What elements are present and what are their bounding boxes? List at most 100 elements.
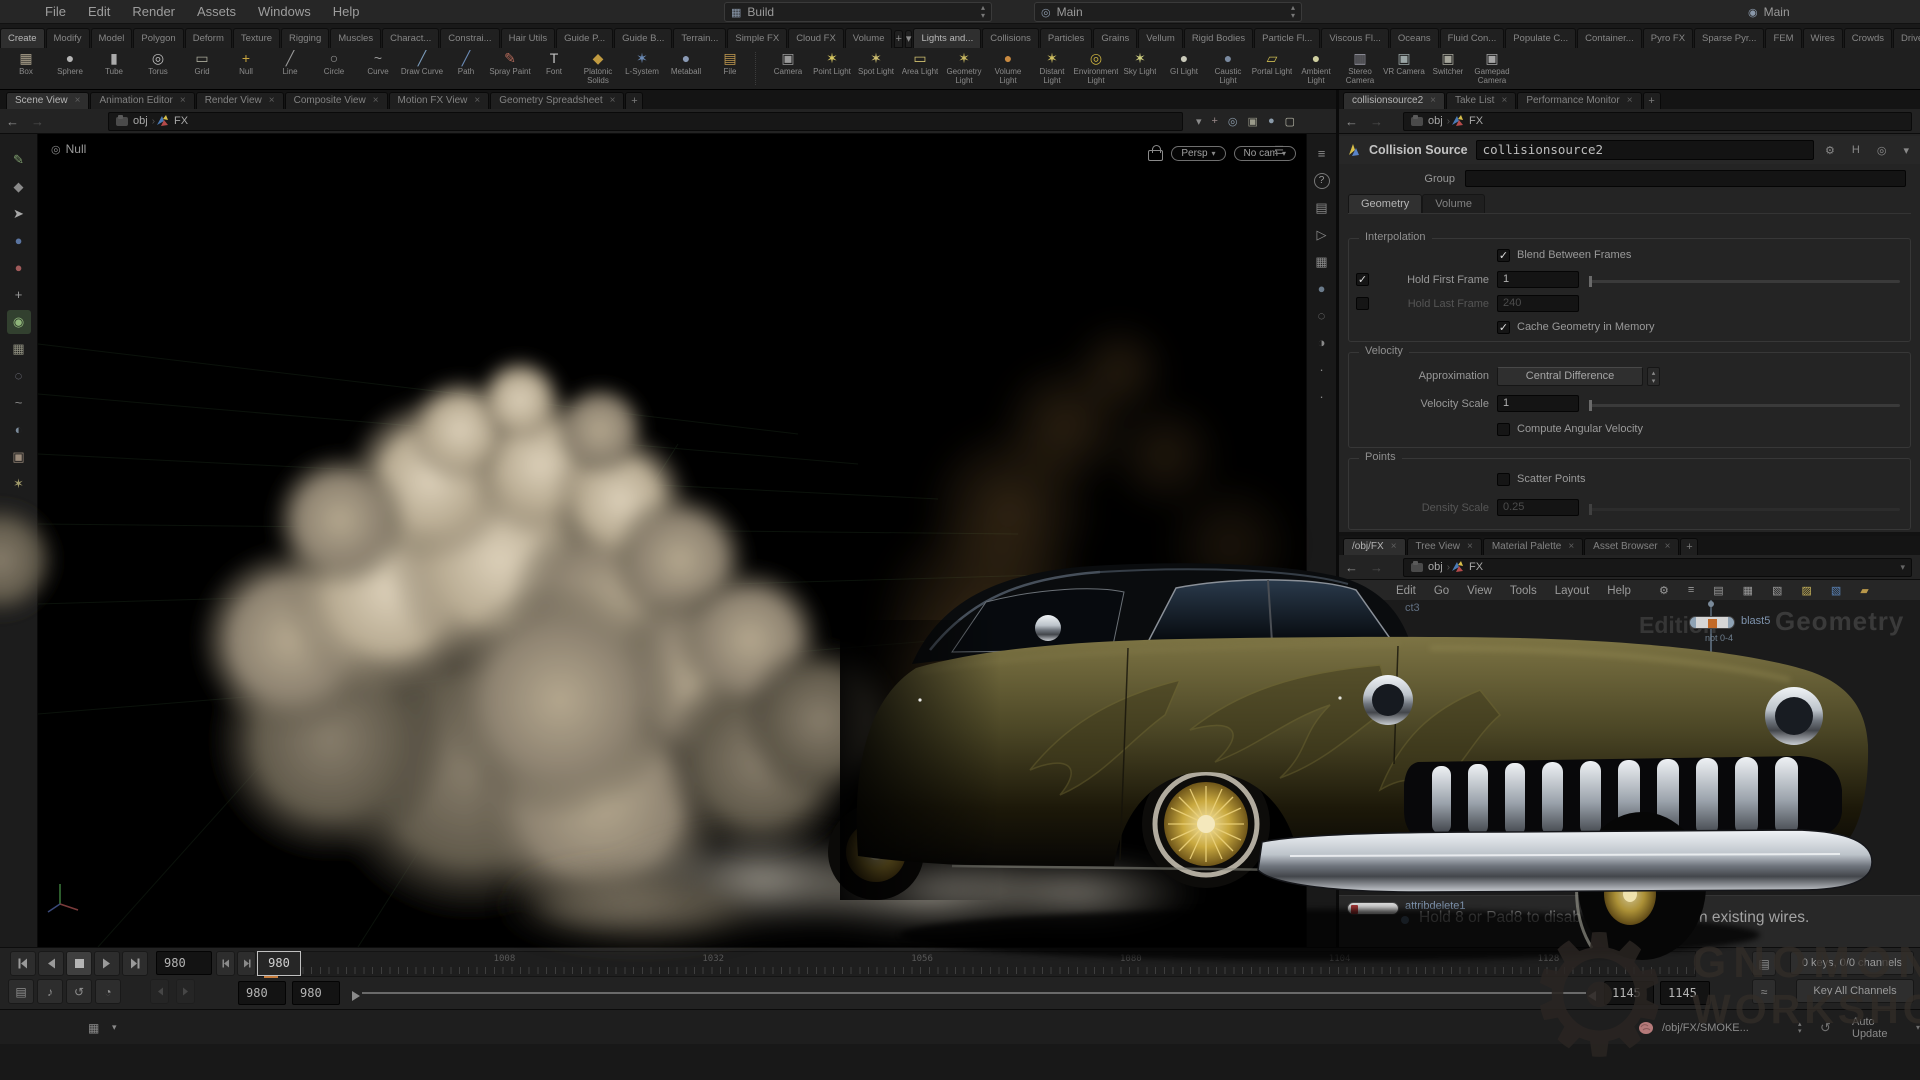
pane-tab-render-view[interactable]: Render View× (196, 92, 284, 109)
params-breadcrumb[interactable]: obj › FX (1403, 112, 1912, 131)
hold-last-frame-field[interactable]: 240 (1497, 295, 1579, 312)
recook-icon[interactable]: ↺ (1820, 1010, 1831, 1045)
close-icon[interactable]: × (1430, 93, 1436, 109)
shelf-tab-constrai[interactable]: Constrai... (440, 28, 499, 48)
camera-lock-icon[interactable]: ● (1310, 277, 1334, 301)
params-back-button[interactable]: ← (1345, 114, 1358, 129)
network-layout-icon[interactable]: ▧ (1772, 584, 1782, 597)
status-dropdown-icon[interactable]: ▾ (112, 1010, 117, 1045)
shelf-menu-button[interactable]: ▾ (905, 30, 913, 48)
hold-first-frame-field[interactable]: 1 (1497, 271, 1579, 288)
pane-tab-asset-browser[interactable]: Asset Browser× (1584, 538, 1679, 555)
shelf-tool-file[interactable]: ▤File (708, 48, 752, 89)
keys-status-button[interactable]: 0 keys, 0/0 channels (1790, 951, 1914, 975)
hold-first-frame-checkbox[interactable]: ✓ (1356, 273, 1369, 286)
pane-tab-motion-fx-view[interactable]: Motion FX View× (389, 92, 490, 109)
shelf-tab-rigid-bodies[interactable]: Rigid Bodies (1184, 28, 1253, 48)
snippet-icon[interactable]: ▧ (1831, 584, 1841, 597)
shelf-tab-populate-c[interactable]: Populate C... (1505, 28, 1576, 48)
close-icon[interactable]: × (1467, 539, 1473, 555)
key-all-channels-button[interactable]: Key All Channels (1796, 979, 1914, 1003)
node-attribdelete1[interactable] (1347, 902, 1399, 915)
global-start-field[interactable]: 980 (238, 981, 286, 1005)
shelf-tool-grid[interactable]: ▭Grid (180, 48, 224, 89)
radial-stepper-icon[interactable]: ▴▾ (1291, 4, 1295, 20)
shelf-tool-null[interactable]: +Null (224, 48, 268, 89)
pane-tab-scene-view[interactable]: Scene View× (6, 92, 89, 109)
stop-button[interactable] (66, 951, 92, 976)
pane-tab-tree-view[interactable]: Tree View× (1407, 538, 1482, 555)
shelf-tool-switcher[interactable]: ▣Switcher (1426, 48, 1470, 89)
folder-tab-geometry[interactable]: Geometry (1348, 194, 1422, 213)
display-options-list-icon[interactable]: ☰ (1274, 144, 1284, 157)
global-end-field[interactable]: 1145 (1660, 981, 1710, 1005)
velocity-scale-slider[interactable] (1589, 404, 1900, 407)
tool-select-icon[interactable]: ➤ (7, 202, 31, 226)
shelf-tool-gamepad-camera[interactable]: ▣Gamepad Camera (1470, 48, 1514, 89)
flipbook-icon[interactable]: ▷ (1310, 223, 1334, 247)
network-menu-tools[interactable]: Tools (1501, 585, 1546, 597)
shelf-tool-sky-light[interactable]: ✶Sky Light (1118, 48, 1162, 89)
close-icon[interactable]: × (1501, 93, 1507, 109)
shelf-tab-guide-b[interactable]: Guide B... (614, 28, 672, 48)
network-forward-button[interactable]: → (1370, 560, 1383, 575)
shelf-tab-viscous-fl[interactable]: Viscous Fl... (1321, 28, 1389, 48)
close-icon[interactable]: × (1627, 93, 1633, 109)
shelf-tool-caustic-light[interactable]: ●Caustic Light (1206, 48, 1250, 89)
shelf-tab-collisions[interactable]: Collisions (982, 28, 1039, 48)
parm-search-icon[interactable]: ◎ (1877, 144, 1887, 157)
shelf-tab-create[interactable]: Create (0, 28, 45, 48)
playback-end-field[interactable]: 1145 (1604, 981, 1654, 1005)
desktop-stepper-icon[interactable]: ▴▾ (981, 4, 985, 20)
pane-tab-take-list[interactable]: Take List× (1446, 92, 1516, 109)
network-tools-icon[interactable]: ⚙ (1659, 584, 1669, 597)
snap-sphere-icon[interactable]: ● (1268, 115, 1275, 127)
menu-windows[interactable]: Windows (247, 0, 322, 24)
pane-tab-performance-monitor[interactable]: Performance Monitor× (1517, 92, 1641, 109)
tool-state-icon[interactable]: ◉ (7, 310, 31, 334)
shelf-tool-circle[interactable]: ○Circle (312, 48, 356, 89)
viewport-layout-icon[interactable]: ▢ (1285, 115, 1295, 128)
shelf-tool-curve[interactable]: ~Curve (356, 48, 400, 89)
timeline-ruler[interactable]: 984100810321056108011041128 980 (258, 951, 1696, 977)
snapshot-icon[interactable]: ▤ (1310, 196, 1334, 220)
node-label-blast5[interactable]: blast5 (1741, 615, 1770, 627)
shelf-tool-platonic-solids[interactable]: ◆Platonic Solids (576, 48, 620, 89)
params-forward-button[interactable]: → (1370, 114, 1383, 129)
shelf-tab-simple-fx[interactable]: Simple FX (727, 28, 787, 48)
vis-dot-a-icon[interactable]: · (1310, 358, 1334, 382)
parm-gear-icon[interactable]: ⚙ (1825, 144, 1835, 157)
shelf-add-button[interactable]: + (894, 30, 902, 48)
tool-curve-icon[interactable]: ~ (7, 391, 31, 415)
close-icon[interactable]: × (474, 93, 480, 109)
scene-viewport[interactable]: ◎ Null ☰ Persp▾ No cam▾ (38, 134, 1306, 947)
pane-splitter[interactable] (1336, 90, 1339, 947)
go-to-start-button[interactable] (10, 951, 36, 976)
shelf-tab-grains[interactable]: Grains (1093, 28, 1137, 48)
shelf-tab-volume[interactable]: Volume (845, 28, 893, 48)
audio-button[interactable]: ♪ (37, 979, 63, 1004)
pin-icon[interactable]: + (1211, 115, 1217, 127)
realtime-toggle-button[interactable]: ◔ (95, 979, 121, 1004)
menu-assets[interactable]: Assets (186, 0, 247, 24)
range-end-handle[interactable] (1588, 991, 1596, 1001)
select-mode-dropdown-icon[interactable]: ▾ (1196, 115, 1202, 128)
shelf-tool-camera[interactable]: ▣Camera (766, 48, 810, 89)
ghost-objects-icon[interactable]: ◌ (1310, 304, 1334, 328)
tool-box-icon[interactable]: ▦ (7, 337, 31, 361)
network-canvas[interactable]: Geometry Edition ct3 blast5 not 0-4 ert3… (1339, 600, 1920, 947)
go-to-end-button[interactable] (122, 951, 148, 976)
shelf-tab-wires[interactable]: Wires (1803, 28, 1843, 48)
shelf-tab-rigging[interactable]: Rigging (281, 28, 329, 48)
network-display-icon[interactable]: ▤ (1713, 584, 1723, 597)
cache-geometry-checkbox[interactable]: ✓ (1497, 321, 1510, 334)
shelf-tool-stereo-camera[interactable]: ▥Stereo Camera (1338, 48, 1382, 89)
shelf-tab-muscles[interactable]: Muscles (330, 28, 381, 48)
forward-button[interactable]: → (31, 114, 44, 129)
tool-translate-icon[interactable]: + (7, 283, 31, 307)
scatter-points-checkbox[interactable] (1497, 473, 1510, 486)
shelf-divider[interactable] (755, 52, 763, 85)
tool-keyframe-icon[interactable]: ◆ (7, 175, 31, 199)
pane-tab-material-palette[interactable]: Material Palette× (1483, 538, 1583, 555)
tool-camera-icon[interactable]: ▣ (7, 445, 31, 469)
